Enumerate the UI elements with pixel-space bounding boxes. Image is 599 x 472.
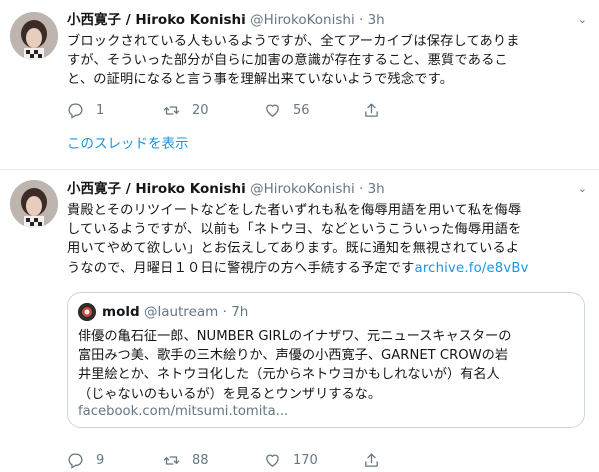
timestamp[interactable]: 3h: [368, 181, 385, 197]
archive-link[interactable]: archive.fo/e8vBv: [415, 261, 529, 276]
show-thread-link[interactable]: このスレッドを表示: [67, 135, 189, 153]
quoted-link[interactable]: facebook.com/mitsumi.tomita...: [78, 403, 288, 421]
separator-dot: ·: [359, 181, 364, 197]
like-count: 170: [293, 453, 318, 468]
share-button[interactable]: [363, 102, 380, 119]
heart-icon: [266, 454, 279, 467]
reply-count: 1: [96, 103, 105, 118]
tweet-1[interactable]: 小西寛子 / Hiroko Konishi @HirokoKonishi · 3…: [0, 0, 599, 163]
tweet-2[interactable]: 小西寛子 / Hiroko Konishi @HirokoKonishi · 3…: [0, 170, 599, 469]
quoted-text-line: 俳優の亀石征一郎、NUMBER GIRLのイナザワ、元ニュースキャスターの: [78, 329, 512, 344]
tweet-text-fragment: うなので、月曜日１０日に警視庁の方へ手続する予定です: [67, 260, 415, 276]
tweet-actions: 9 88 170: [67, 452, 587, 472]
quoted-text-line: 富田みつ美、歌手の三木絵りか、声優の小西寛子、GARNET CROWの岩: [78, 348, 509, 364]
tweet-actions: 1 20 56: [67, 102, 587, 122]
avatar[interactable]: [10, 180, 58, 228]
retweet-button[interactable]: 20: [163, 102, 209, 119]
author-name[interactable]: 小西寛子 / Hiroko Konishi: [67, 12, 246, 28]
share-icon: [365, 453, 378, 467]
tweet-text: ブロックされている人もいるようですが、全てアーカイブは保存してありま すが、そう…: [67, 32, 587, 90]
reply-button[interactable]: 9: [67, 452, 104, 469]
quoted-author-name: mold: [102, 304, 140, 320]
quoted-author-handle: @lautream: [143, 304, 219, 320]
quoted-tweet[interactable]: mold @lautream · 7h 俳優の亀石征一郎、NUMBER GIRL…: [67, 292, 585, 428]
tweet-text-line: 用いてやめて欲しい」とお伝えしてあります。既に通知を無視されているよ: [67, 241, 520, 257]
timestamp[interactable]: 3h: [368, 12, 385, 28]
separator-dot: ·: [359, 12, 364, 28]
quoted-avatar: [78, 303, 96, 321]
retweet-count: 88: [192, 453, 209, 468]
reply-icon: [68, 453, 83, 469]
retweet-icon: [163, 106, 180, 115]
tweet-text-line: ブロックされている人もいるようですが、全てアーカイブは保存してありま: [67, 34, 520, 49]
tweet-header: 小西寛子 / Hiroko Konishi @HirokoKonishi · 3…: [67, 180, 385, 198]
reply-button[interactable]: 1: [67, 102, 104, 119]
share-button[interactable]: [363, 452, 380, 469]
quoted-tweet-text: 俳優の亀石征一郎、NUMBER GIRLのイナザワ、元ニュースキャスターの 富田…: [78, 327, 574, 404]
quoted-text-line: （じゃないのもいるが）を見るとウンザリするな。: [78, 386, 382, 402]
share-icon: [365, 103, 378, 117]
separator-dot: ·: [222, 304, 227, 320]
author-handle[interactable]: @HirokoKonishi: [250, 12, 355, 28]
tweet-text-line: うなので、月曜日１０日に警視庁の方へ手続する予定ですarchive.fo/e8v…: [67, 259, 587, 278]
like-button[interactable]: 56: [264, 102, 310, 119]
tweet-text-line: すが、そういった部分が自らに加害の意識が存在すること、悪質であるこ: [67, 53, 508, 69]
tweet-header: 小西寛子 / Hiroko Konishi @HirokoKonishi · 3…: [67, 11, 385, 29]
chevron-down-icon[interactable]: ⌄: [578, 180, 587, 198]
tweet-text-line: と、の証明になると言う事を理解出来ていないようで残念です。: [67, 72, 454, 88]
retweet-icon: [163, 456, 180, 465]
reply-count: 9: [96, 453, 105, 468]
quoted-text-line: 井里絵とか、ネトウヨ化した（元からネトウヨかもしれないが）有名人: [78, 367, 500, 383]
like-button[interactable]: 170: [264, 452, 318, 469]
tweet-text-line: 貴殿とそのリツイートなどをした者いずれも私を侮辱用語を用いて私を侮辱: [67, 203, 522, 218]
avatar[interactable]: [10, 12, 58, 60]
like-count: 56: [293, 103, 310, 118]
tweet-text: 貴殿とそのリツイートなどをした者いずれも私を侮辱用語を用いて私を侮辱 しているよ…: [67, 201, 587, 278]
heart-icon: [266, 104, 279, 117]
tweet-text-line: しているようですが、以前も「ネトウヨ、などというこういった侮辱用語を: [67, 222, 522, 238]
retweet-count: 20: [192, 103, 209, 118]
reply-icon: [68, 103, 83, 119]
quoted-timestamp: 7h: [231, 304, 249, 320]
author-handle[interactable]: @HirokoKonishi: [250, 181, 355, 197]
retweet-button[interactable]: 88: [163, 452, 209, 469]
author-name[interactable]: 小西寛子 / Hiroko Konishi: [67, 181, 246, 197]
chevron-down-icon[interactable]: ⌄: [578, 11, 587, 29]
quoted-tweet-header: mold @lautream · 7h: [78, 303, 248, 321]
